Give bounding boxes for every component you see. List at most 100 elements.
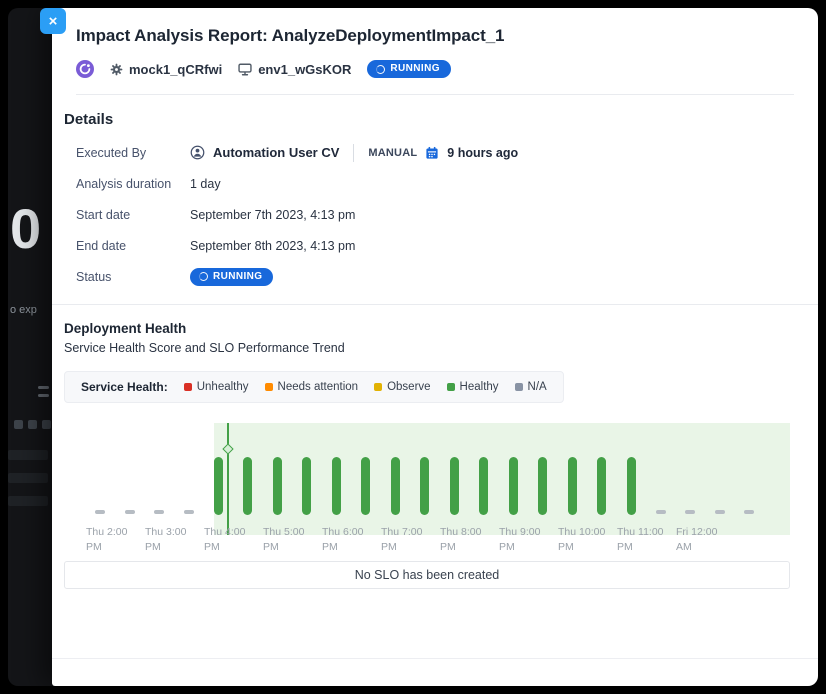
x-axis-label: Thu 9:00PM <box>499 525 561 554</box>
environment-link[interactable]: env1_wGsKOR <box>238 62 351 77</box>
no-slo-box: No SLO has been created <box>64 561 790 589</box>
healthy-bar[interactable] <box>214 457 223 515</box>
executed-time: 9 hours ago <box>447 146 518 160</box>
detail-label: Analysis duration <box>76 177 190 191</box>
legend-item-n-a: N/A <box>515 381 547 393</box>
mock-service-link[interactable]: mock1_qCRfwi <box>110 62 222 77</box>
x-axis-label: Thu 6:00PM <box>322 525 384 554</box>
healthy-bar[interactable] <box>627 457 636 515</box>
legend-label: N/A <box>528 381 547 393</box>
na-dash[interactable] <box>95 510 105 514</box>
background-partial-text: o exp <box>10 304 37 316</box>
x-axis-label: Thu 8:00PM <box>440 525 502 554</box>
gear-icon <box>110 63 123 76</box>
legend-swatch-icon <box>374 383 382 391</box>
meta-row: mock1_qCRfwi env1_wGsKOR RUNNING <box>76 59 794 79</box>
detail-value: September 8th 2023, 4:13 pm <box>190 239 355 253</box>
x-axis-label: Thu 10:00PM <box>558 525 620 554</box>
healthy-bar[interactable] <box>361 457 370 515</box>
healthy-bar[interactable] <box>420 457 429 515</box>
detail-row: Analysis duration 1 day <box>76 174 794 193</box>
modal-title: Impact Analysis Report: AnalyzeDeploymen… <box>76 26 794 46</box>
status-running-text: RUNNING <box>213 272 262 282</box>
detail-value: 1 day <box>190 177 221 191</box>
na-dash[interactable] <box>154 510 164 514</box>
healthy-bar[interactable] <box>568 457 577 515</box>
background-square-icon <box>14 420 23 429</box>
healthy-bar[interactable] <box>597 457 606 515</box>
details-section: Details Executed By Automation User CV M… <box>52 95 818 304</box>
detail-value: Automation User CV MANUAL 9 hours ago <box>190 144 518 162</box>
detail-row-executed-by: Executed By Automation User CV MANUAL 9 … <box>76 143 794 162</box>
legend-swatch-icon <box>515 383 523 391</box>
x-axis-label: Thu 4:00PM <box>204 525 266 554</box>
legend-swatch-icon <box>265 383 273 391</box>
na-dash[interactable] <box>744 510 754 514</box>
na-dash[interactable] <box>656 510 666 514</box>
legend-label: Observe <box>387 381 430 393</box>
background-icon-row <box>14 420 51 429</box>
na-dash[interactable] <box>125 510 135 514</box>
deployment-health-heading: Deployment Health <box>64 321 790 336</box>
legend-label: Healthy <box>460 381 499 393</box>
user-icon <box>190 145 205 160</box>
healthy-bar[interactable] <box>332 457 341 515</box>
healthy-bar[interactable] <box>391 457 400 515</box>
vertical-divider <box>353 144 354 162</box>
background-dash-icon <box>38 386 49 389</box>
healthy-bar[interactable] <box>450 457 459 515</box>
legend-label: Unhealthy <box>197 381 249 393</box>
detail-value: September 7th 2023, 4:13 pm <box>190 208 355 222</box>
background-square-icon <box>42 420 51 429</box>
detail-value-text: 1 day <box>190 177 221 191</box>
executed-by-name: Automation User CV <box>213 145 339 160</box>
health-score-chart[interactable]: Thu 2:00PMThu 3:00PMThu 4:00PMThu 5:00PM… <box>64 423 790 555</box>
running-spinner-icon <box>199 272 208 281</box>
x-axis-label: Thu 7:00PM <box>381 525 443 554</box>
detail-value-text: September 8th 2023, 4:13 pm <box>190 239 355 253</box>
na-dash[interactable] <box>685 510 695 514</box>
deployment-health-section: Deployment Health Service Health Score a… <box>52 305 818 589</box>
app-background: 0 o exp × Impact Analysis Report: Analyz… <box>8 8 818 686</box>
background-square-icon <box>28 420 37 429</box>
legend-item-observe: Observe <box>374 381 430 393</box>
detail-label: End date <box>76 239 190 253</box>
close-icon: × <box>49 14 58 29</box>
background-list-remnant <box>8 450 48 506</box>
legend-item-needs-attention: Needs attention <box>265 381 359 393</box>
analysis-window-band <box>214 423 790 535</box>
healthy-bar[interactable] <box>479 457 488 515</box>
detail-label: Executed By <box>76 146 190 160</box>
healthy-bar[interactable] <box>273 457 282 515</box>
trigger-type: MANUAL <box>368 147 417 159</box>
na-dash[interactable] <box>715 510 725 514</box>
legend-label: Needs attention <box>278 381 359 393</box>
detail-label: Status <box>76 270 190 284</box>
legend-swatch-icon <box>447 383 455 391</box>
detail-value-text: September 7th 2023, 4:13 pm <box>190 208 355 222</box>
background-row <box>8 473 48 483</box>
x-axis-label: Fri 12:00AM <box>676 525 738 554</box>
legend-item-unhealthy: Unhealthy <box>184 381 249 393</box>
running-status-text: RUNNING <box>390 64 439 74</box>
healthy-bar[interactable] <box>243 457 252 515</box>
x-axis-label: Thu 5:00PM <box>263 525 325 554</box>
healthy-bar[interactable] <box>509 457 518 515</box>
legend-swatch-icon <box>184 383 192 391</box>
background-row <box>8 450 48 460</box>
background-row <box>8 496 48 506</box>
x-axis-label: Thu 2:00PM <box>86 525 148 554</box>
background-dash-icon <box>38 394 49 397</box>
legend-title: Service Health: <box>81 380 168 394</box>
environment-monitor-icon <box>238 63 252 76</box>
healthy-bar[interactable] <box>302 457 311 515</box>
na-dash[interactable] <box>184 510 194 514</box>
no-slo-text: No SLO has been created <box>355 568 500 582</box>
detail-row-status: Status RUNNING <box>76 267 794 286</box>
detail-label: Start date <box>76 208 190 222</box>
background-small-icons <box>38 386 49 397</box>
close-button[interactable]: × <box>40 8 66 34</box>
detail-row: End date September 8th 2023, 4:13 pm <box>76 236 794 255</box>
healthy-bar[interactable] <box>538 457 547 515</box>
environment-label: env1_wGsKOR <box>258 62 351 77</box>
